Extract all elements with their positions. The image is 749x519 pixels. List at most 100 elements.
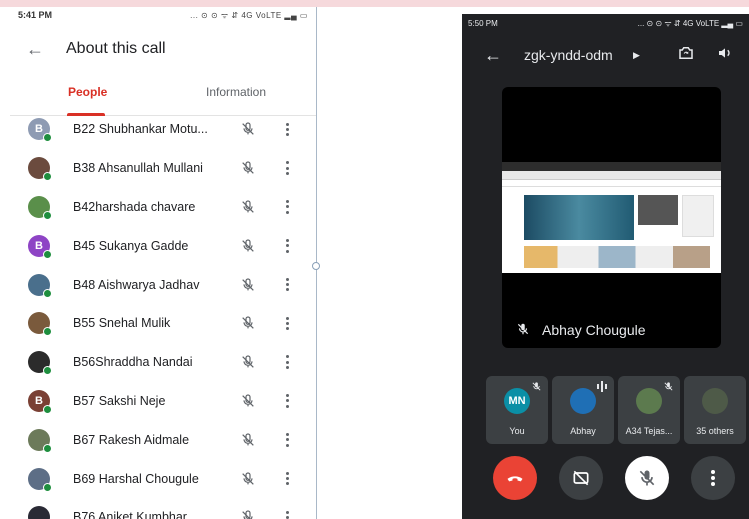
status-bar-right: 5:50 PM ... ⊙ ⊙ ᯤ ⇵ 4G VoLTE ▂▄ ▭ xyxy=(462,14,749,32)
speaker-icon[interactable] xyxy=(717,45,733,66)
avatar-initial: B xyxy=(35,394,43,407)
online-status-dot xyxy=(43,249,52,259)
participant-thumbnails: MN You Abhay A34 Tejas... 35 others xyxy=(486,376,746,444)
avatar xyxy=(28,195,52,220)
online-status-dot xyxy=(43,327,52,337)
avatar: B xyxy=(28,389,52,414)
participant-row[interactable]: B38 Ahsanullah Mullani xyxy=(10,149,316,188)
participant-name: B45 Sukanya Gadde xyxy=(73,238,189,253)
online-status-dot xyxy=(43,210,52,220)
mic-off-icon xyxy=(663,379,674,397)
presenter-label: Abhay Chougule xyxy=(502,312,721,348)
participant-thumbnail[interactable]: 35 others xyxy=(684,376,746,444)
online-status-dot xyxy=(43,133,52,143)
back-arrow-icon[interactable]: ← xyxy=(484,45,502,66)
online-status-dot xyxy=(43,482,52,492)
end-call-button[interactable] xyxy=(493,456,537,500)
participant-name: B57 Sakshi Neje xyxy=(73,393,166,408)
more-options-icon[interactable] xyxy=(282,354,292,370)
mic-off-icon xyxy=(240,354,256,370)
call-controls xyxy=(462,456,749,504)
divider-handle xyxy=(312,262,320,270)
switch-camera-icon[interactable] xyxy=(677,44,695,67)
participant-row[interactable]: B B45 Sukanya Gadde xyxy=(10,226,316,265)
camera-toggle-button[interactable] xyxy=(559,456,603,500)
online-status-dot xyxy=(43,443,52,453)
presenter-name: Abhay Chougule xyxy=(542,322,646,338)
participant-row[interactable]: B76 Aniket Kumbhar xyxy=(10,498,316,519)
mic-off-icon xyxy=(240,432,256,448)
more-options-icon[interactable] xyxy=(282,277,292,293)
status-bar: 5:41 PM ... ⊙ ⊙ ᯤ ⇵ 4G VoLTE ▂▄ ▭ xyxy=(10,7,316,23)
more-options-button[interactable] xyxy=(691,456,735,500)
participant-row[interactable]: B69 Harshal Chougule xyxy=(10,459,316,498)
avatar xyxy=(570,388,596,414)
participant-row[interactable]: B56Shraddha Nandai xyxy=(10,343,316,382)
shared-screen-preview xyxy=(502,162,721,273)
mic-off-icon xyxy=(531,379,542,397)
avatar xyxy=(28,428,52,453)
presenter-tile[interactable] xyxy=(502,87,721,348)
mic-off-icon xyxy=(240,238,256,254)
status-time: 5:41 PM xyxy=(18,10,53,20)
more-vert-icon xyxy=(711,470,715,486)
more-options-icon[interactable] xyxy=(282,238,292,254)
avatar xyxy=(28,351,52,376)
avatar: B xyxy=(28,234,52,259)
participant-row[interactable]: B48 Aishwarya Jadhav xyxy=(10,265,316,304)
participant-row[interactable]: B B22 Shubhankar Motu... xyxy=(10,110,316,149)
mic-off-icon xyxy=(639,470,655,486)
left-phone-screen: 5:41 PM ... ⊙ ⊙ ᯤ ⇵ 4G VoLTE ▂▄ ▭ ← Abou… xyxy=(10,7,317,519)
speaking-indicator-icon xyxy=(596,379,608,397)
avatar xyxy=(28,157,52,182)
avatar xyxy=(28,467,52,492)
participant-row[interactable]: B55 Snehal Mulik xyxy=(10,304,316,343)
mic-off-icon xyxy=(240,277,256,293)
avatar-initials: MN xyxy=(508,395,526,407)
tab-people[interactable]: People xyxy=(68,85,107,99)
participant-name: B22 Shubhankar Motu... xyxy=(73,122,208,137)
participant-thumbnail[interactable]: Abhay xyxy=(552,376,614,444)
thumbnail-label: 35 others xyxy=(696,426,734,436)
page-title: About this call xyxy=(66,40,166,57)
mic-off-icon xyxy=(516,322,530,339)
online-status-dot xyxy=(43,366,52,376)
avatar xyxy=(28,506,50,519)
mic-off-icon xyxy=(240,509,256,519)
online-status-dot xyxy=(43,172,52,182)
participant-name: B67 Rakesh Aidmale xyxy=(73,432,190,447)
more-options-icon[interactable] xyxy=(282,471,292,487)
more-options-icon[interactable] xyxy=(282,393,292,409)
more-options-icon[interactable] xyxy=(282,199,292,215)
participant-name: B55 Snehal Mulik xyxy=(73,316,171,331)
more-options-icon[interactable] xyxy=(282,160,292,176)
more-options-icon[interactable] xyxy=(282,509,292,519)
participant-row[interactable]: B B57 Sakshi Neje xyxy=(10,382,316,421)
participant-name: B56Shraddha Nandai xyxy=(73,355,193,370)
more-options-icon[interactable] xyxy=(282,121,292,137)
mic-off-icon xyxy=(240,471,256,487)
back-arrow-icon[interactable]: ← xyxy=(26,39,66,60)
mic-toggle-button[interactable] xyxy=(625,456,669,500)
participant-row[interactable]: B67 Rakesh Aidmale xyxy=(10,420,316,459)
status-icons: ... ⊙ ⊙ ᯤ ⇵ 4G VoLTE ▂▄ ▭ xyxy=(190,10,308,20)
tab-information[interactable]: Information xyxy=(206,85,266,99)
avatar xyxy=(28,312,52,337)
participant-name: B69 Harshal Chougule xyxy=(73,471,199,486)
participant-row[interactable]: B42harshada chavare xyxy=(10,188,316,227)
participant-name: B76 Aniket Kumbhar xyxy=(73,510,187,519)
more-options-icon[interactable] xyxy=(282,315,292,331)
meeting-code[interactable]: zgk-yndd-odm xyxy=(524,47,613,63)
more-options-icon[interactable] xyxy=(282,432,292,448)
avatar xyxy=(702,388,728,414)
participant-thumbnail[interactable]: A34 Tejas... xyxy=(618,376,680,444)
hang-up-icon xyxy=(507,476,523,482)
mic-off-icon xyxy=(240,315,256,331)
status-icons-right: ... ⊙ ⊙ ᯤ ⇵ 4G VoLTE ▂▄ ▭ xyxy=(637,18,743,28)
participant-name: B38 Ahsanullah Mullani xyxy=(73,161,203,176)
caret-right-icon[interactable]: ▶ xyxy=(633,50,640,61)
participant-list: B B22 Shubhankar Motu... B38 Ahsanullah Mu… xyxy=(10,110,316,519)
participant-name: B48 Aishwarya Jadhav xyxy=(73,277,200,292)
mic-off-icon xyxy=(240,393,256,409)
participant-thumbnail[interactable]: MN You xyxy=(486,376,548,444)
